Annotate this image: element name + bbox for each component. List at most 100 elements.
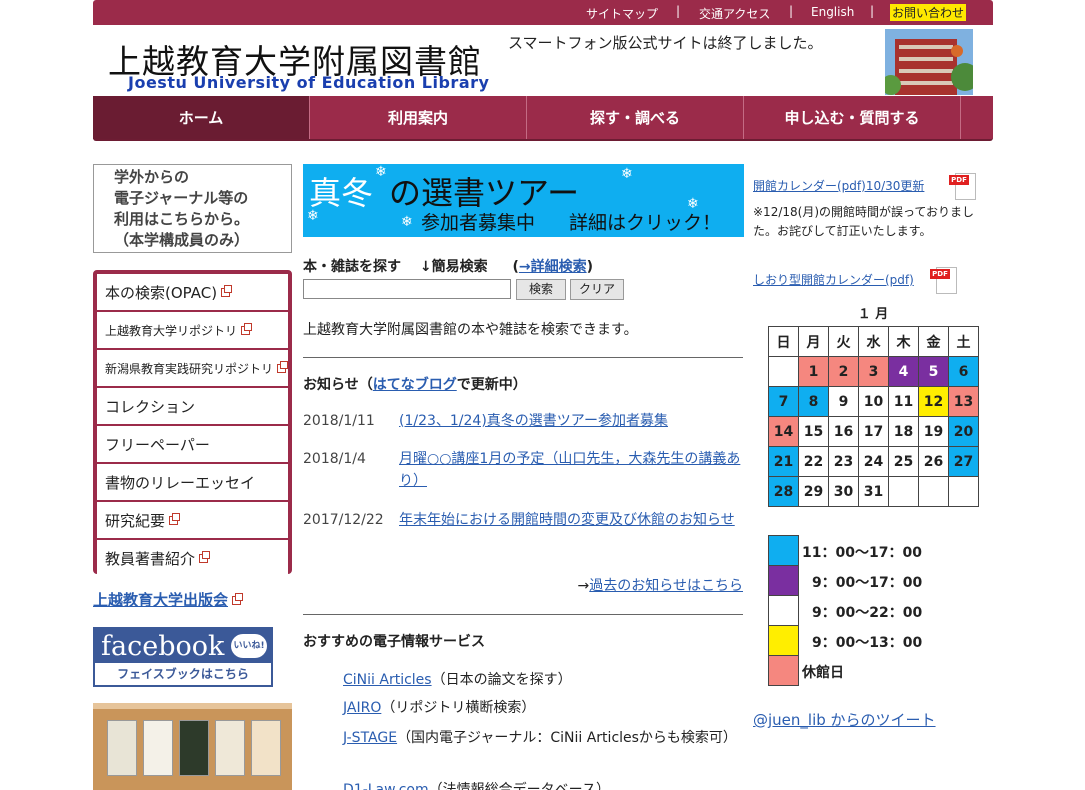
sitemap-link[interactable]: サイトマップ xyxy=(586,5,658,22)
calendar-day xyxy=(888,476,919,507)
calendar-day: 15 xyxy=(798,416,829,447)
side-menu-item[interactable]: 上越教育大学リポジトリ xyxy=(97,312,288,348)
news-link[interactable]: (1/23、1/24)真冬の選書ツアー参加者募集 xyxy=(399,410,743,432)
calendar-weekday: 水 xyxy=(858,326,889,357)
search-input[interactable] xyxy=(303,279,511,299)
eresource-item: CiNii Articles（日本の論文を探す） xyxy=(343,669,743,691)
side-menu-item-label: コレクション xyxy=(105,397,196,416)
book-cover xyxy=(179,720,209,776)
side-menu-item-label: 上越教育大学リポジトリ xyxy=(105,323,238,338)
access-link[interactable]: 交通アクセス xyxy=(699,5,770,22)
calendar-day: 1 xyxy=(798,356,829,387)
banner-text-recruit: 参加者募集中 xyxy=(421,212,536,234)
past-news-link[interactable]: 過去のお知らせはこちら xyxy=(589,578,743,594)
calendar-day: 30 xyxy=(828,476,859,507)
eresource-link[interactable]: JAIRO xyxy=(343,700,381,716)
nav-item-0[interactable]: ホーム xyxy=(93,96,310,139)
advanced-search-link[interactable]: →詳細検索 xyxy=(519,259,587,275)
pdf-icon[interactable]: PDF xyxy=(949,171,979,201)
calendar-day: 9 xyxy=(828,386,859,417)
calendar-week-row: 28 29 30 31 xyxy=(768,476,979,507)
clear-button[interactable]: クリア xyxy=(570,279,624,300)
off-campus-access-box[interactable]: 学外からの 電子ジャーナル等の 利用はこちらから。 （本学構成員のみ） xyxy=(93,164,292,253)
calendar-day: 25 xyxy=(888,446,919,477)
past-news-arrow: → xyxy=(577,578,590,594)
calendar-pdf-link[interactable]: 開館カレンダー(pdf)10/30更新 xyxy=(753,177,924,194)
legend-label: 11：00～17：00 xyxy=(802,545,922,561)
side-menu-item[interactable]: 書物のリレーエッセイ xyxy=(97,464,288,500)
side-menu-item-label: 書物のリレーエッセイ xyxy=(105,473,256,492)
side-menu-item[interactable]: コレクション xyxy=(97,388,288,424)
eresource-link[interactable]: D1-Law.com xyxy=(343,782,429,790)
legend-swatch xyxy=(768,535,799,566)
eresource-desc: （リポジトリ横断検索） xyxy=(381,700,536,716)
calendar-day: 6 xyxy=(948,356,979,387)
calendar-day xyxy=(768,356,799,387)
search-button[interactable]: 検索 xyxy=(516,279,566,300)
search-description: 上越教育大学附属図書館の本や雑誌を検索できます。 xyxy=(303,322,638,338)
calendar-day xyxy=(918,476,949,507)
smartphone-notice: スマートフォン版公式サイトは終了しました。 xyxy=(508,34,823,52)
calendar-day: 8 xyxy=(798,386,829,417)
calendar-day: 27 xyxy=(948,446,979,477)
site-title-en[interactable]: Joestu University of Education Library xyxy=(128,73,489,92)
side-menu: 本の検索(OPAC) 上越教育大学リポジトリ新潟県教育実践研究リポジトリコレクショ… xyxy=(93,270,292,576)
calendar-weekday: 土 xyxy=(948,326,979,357)
banner-text-click: 詳細はクリック！ xyxy=(569,212,722,234)
calendar-day: 16 xyxy=(828,416,859,447)
side-menu-item[interactable]: フリーペーパー xyxy=(97,426,288,462)
calendar-day: 13 xyxy=(948,386,979,417)
off-campus-line: 学外からの xyxy=(114,168,190,186)
news-link[interactable]: 年末年始における開館時間の変更及び休館のお知らせ xyxy=(399,509,743,531)
advanced-close-paren: ) xyxy=(586,259,594,275)
book-cover xyxy=(107,720,137,776)
snowflake-icon: ❄ xyxy=(621,166,633,182)
news-link[interactable]: 月曜○○講座1月の予定（山口先生，大森先生の講義あり） xyxy=(399,448,743,492)
english-link[interactable]: English xyxy=(811,5,854,19)
calendar-weekday: 木 xyxy=(888,326,919,357)
separator: | xyxy=(676,4,681,18)
calendar-day: 22 xyxy=(798,446,829,477)
nav-item-2[interactable]: 探す・調べる xyxy=(527,96,744,139)
facebook-logo: facebook xyxy=(101,631,225,662)
nav-item-1[interactable]: 利用案内 xyxy=(310,96,527,139)
facebook-banner[interactable]: facebook いいね! フェイスブックはこちら xyxy=(93,627,273,687)
legend-label: 9：00～13：00 xyxy=(812,635,923,651)
utility-bar: サイトマップ | 交通アクセス | English | お問い合わせ xyxy=(93,0,993,25)
calendar-day: 18 xyxy=(888,416,919,447)
hatena-blog-link[interactable]: はてなブログ xyxy=(373,377,457,393)
calendar-day: 10 xyxy=(858,386,889,417)
side-menu-item[interactable]: 新潟県教育実践研究リポジトリ xyxy=(97,350,289,386)
side-menu-item[interactable]: 教員著書紹介 xyxy=(97,540,288,576)
off-campus-line: 電子ジャーナル等の xyxy=(114,189,249,207)
past-news: →過去のお知らせはこちら xyxy=(303,575,743,595)
nav-item-3[interactable]: 申し込む・質問する xyxy=(744,96,961,139)
legend-label: 休館日 xyxy=(802,665,844,681)
calendar-weekday-row: 日月火水木金土 xyxy=(768,326,979,357)
publisher-link[interactable]: 上越教育大学出版会 xyxy=(93,589,244,610)
calendar-week-row: 14 15 16 17 18 19 20 xyxy=(768,416,979,447)
calendar-day: 12 xyxy=(918,386,949,417)
search-title: 本・雑誌を探す xyxy=(303,259,401,275)
external-link-icon xyxy=(232,593,244,605)
contact-link[interactable]: お問い合わせ xyxy=(890,4,967,21)
eresource-link[interactable]: J-STAGE xyxy=(343,730,397,746)
external-link-icon xyxy=(199,550,211,563)
winter-book-tour-banner[interactable]: ❄ ❄ ❄ ❄ ❄ 真冬 の選書ツアー 参加者募集中 詳細はクリック！ xyxy=(303,164,744,237)
bookmark-calendar-link[interactable]: しおり型開館カレンダー(pdf) xyxy=(753,271,914,288)
eresource-item: JAIRO（リポジトリ横断検索） xyxy=(343,697,743,719)
calendar-day: 4 xyxy=(888,356,919,387)
eresource-link[interactable]: CiNii Articles xyxy=(343,672,432,688)
bookmark-calendar-link-label: しおり型開館カレンダー(pdf) xyxy=(753,273,914,287)
pdf-icon[interactable]: PDF xyxy=(930,265,960,295)
calendar-weekday: 金 xyxy=(918,326,949,357)
twitter-timeline-link[interactable]: @juen_lib からのツイート xyxy=(753,709,936,730)
calendar-day: 19 xyxy=(918,416,949,447)
side-menu-item[interactable]: 研究紀要 xyxy=(97,502,288,538)
eresource-item: J-STAGE（国内電子ジャーナル：CiNii Articlesからも検索可） xyxy=(343,727,743,749)
opening-calendar: 日月火水木金土 1 2 3 4 5 6 7 8 9 10 11 12 13 14 15 16 17 18 19 20 21… xyxy=(768,326,979,507)
book-shelf-banner[interactable] xyxy=(93,703,292,790)
book-cover xyxy=(215,720,245,776)
side-menu-item[interactable]: 本の検索(OPAC) xyxy=(97,274,288,310)
side-menu-item-label: 研究紀要 xyxy=(105,511,166,530)
